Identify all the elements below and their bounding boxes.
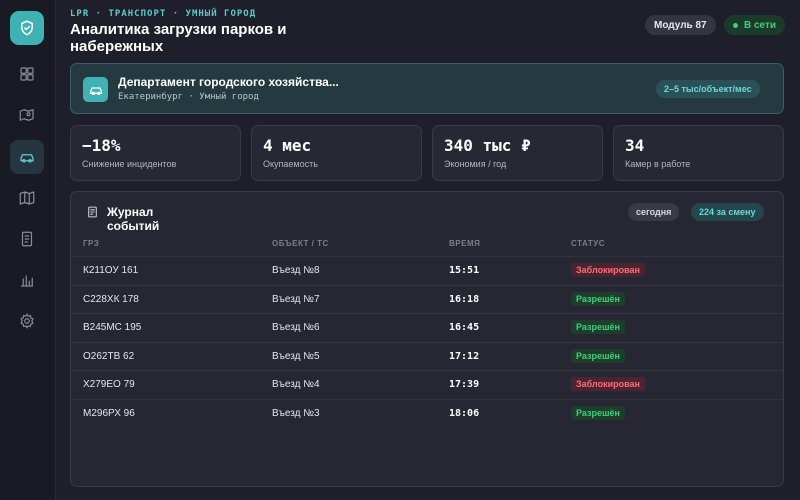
plate-cell: О262ТВ 62: [83, 350, 135, 362]
online-status-label: В сети: [744, 19, 777, 31]
journal-icon: [88, 206, 97, 218]
app-logo[interactable]: [10, 11, 44, 45]
department-subtitle: Екатеринбург · Умный город: [118, 92, 259, 102]
status-badge: Разрешён: [571, 405, 625, 420]
column-header-status[interactable]: СТАТУС: [571, 239, 605, 248]
column-header-time[interactable]: ВРЕМЯ: [449, 239, 480, 248]
department-name: Департамент городского хозяйства...: [118, 75, 339, 89]
stat-card-cameras: 34 Камер в работе: [613, 125, 784, 181]
stat-value: 34: [625, 136, 645, 155]
page-kicker: LPR · ТРАНСПОРТ · УМНЫЙ ГОРОД: [70, 9, 257, 19]
time-cell: 17:12: [449, 350, 480, 362]
car-icon: [89, 86, 102, 95]
stat-value: 340 тыс ₽: [444, 136, 531, 155]
map-icon: [19, 191, 35, 205]
stat-card-payback: 4 мес Окупаемость: [251, 125, 422, 181]
map-location-icon: [19, 109, 34, 121]
table-row[interactable]: Х279ЕО 79 Въезд №4 17:39 Заблокирован: [71, 370, 783, 398]
car-icon: [20, 154, 34, 163]
module-badge[interactable]: Модуль 87: [645, 15, 716, 35]
status-badge: Разрешён: [571, 320, 625, 334]
time-cell: 17:39: [449, 379, 480, 390]
sidebar: [0, 0, 56, 500]
bar-chart-icon: [21, 275, 33, 287]
department-card[interactable]: Департамент городского хозяйства... Екат…: [70, 63, 784, 114]
sidebar-item-dashboard[interactable]: [10, 57, 44, 91]
stat-value: −18%: [82, 136, 121, 155]
table-row[interactable]: К211ОУ 161 Въезд №8 15:51 Заблокирован: [71, 256, 783, 284]
sidebar-item-analytics[interactable]: [10, 263, 44, 297]
object-cell: Въезд №5: [272, 350, 320, 362]
stat-label: Камер в работе: [625, 159, 691, 169]
object-cell: Въезд №4: [272, 379, 320, 390]
column-header-object[interactable]: ОБЪЕКТ / ТС: [272, 239, 329, 248]
object-cell: Въезд №8: [272, 265, 320, 276]
stat-label: Окупаемость: [263, 159, 318, 169]
stat-card-incidents: −18% Снижение инцидентов: [70, 125, 241, 181]
plate-cell: К211ОУ 161: [83, 265, 139, 276]
table-row[interactable]: С228ХК 178 Въезд №7 16:18 Разрешён: [71, 284, 783, 313]
table-row[interactable]: О262ТВ 62 Въезд №5 17:12 Разрешён: [71, 341, 783, 370]
settings-icon: [20, 313, 34, 329]
time-cell: 16:18: [449, 293, 480, 305]
plate-cell: С228ХК 178: [83, 293, 139, 305]
sidebar-item-transport[interactable]: [10, 140, 44, 174]
shield-check-icon: [21, 20, 33, 36]
today-filter-chip[interactable]: сегодня: [628, 203, 680, 221]
column-header-plate[interactable]: ГРЗ: [83, 239, 99, 248]
online-status-badge: В сети: [724, 15, 786, 35]
status-badge: Заблокирован: [571, 377, 645, 391]
stat-label: Снижение инцидентов: [82, 159, 177, 169]
time-cell: 16:45: [449, 322, 480, 333]
stat-value: 4 мес: [263, 136, 312, 155]
document-icon: [21, 231, 33, 247]
department-icon: [83, 77, 108, 102]
status-badge: Заблокирован: [571, 263, 645, 277]
object-cell: Въезд №6: [272, 322, 320, 333]
table-row[interactable]: М296РХ 96 Въезд №3 18:06 Разрешён: [71, 398, 783, 427]
journal-title: Журнал событий: [107, 205, 160, 233]
stat-label: Экономия / год: [444, 159, 507, 169]
time-cell: 15:51: [449, 265, 480, 276]
object-cell: Въезд №7: [272, 293, 320, 305]
stat-card-savings: 340 тыс ₽ Экономия / год: [432, 125, 603, 181]
object-cell: Въезд №3: [272, 407, 320, 419]
shift-count-badge: 224 за смену: [691, 203, 764, 221]
status-dot-icon: [733, 22, 738, 28]
status-badge: Разрешён: [571, 348, 625, 363]
dashboard-icon: [20, 67, 34, 81]
table-row[interactable]: В245МС 195 Въезд №6 16:45 Разрешён: [71, 313, 783, 341]
time-cell: 18:06: [449, 407, 480, 419]
plate-cell: В245МС 195: [83, 322, 142, 333]
sidebar-item-settings[interactable]: [10, 304, 44, 338]
page-title: Аналитика загрузки парков и набережных: [70, 21, 287, 55]
plate-cell: М296РХ 96: [83, 407, 135, 419]
sidebar-item-map[interactable]: [10, 181, 44, 215]
plate-cell: Х279ЕО 79: [83, 379, 135, 390]
event-journal-panel: Журнал событий сегодня 224 за смену ГРЗ …: [70, 191, 784, 487]
sidebar-item-reports[interactable]: [10, 222, 44, 256]
sidebar-item-locations[interactable]: [10, 98, 44, 132]
department-rate-badge: 2–5 тыс/объект/мес: [656, 80, 760, 98]
status-badge: Разрешён: [571, 291, 625, 306]
